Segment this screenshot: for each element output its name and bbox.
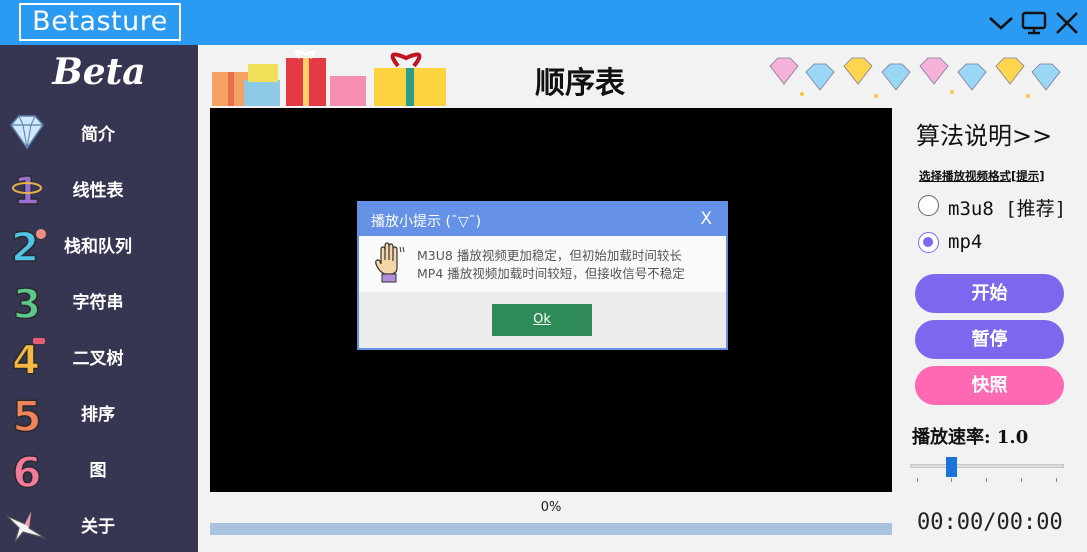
playback-tip-dialog: 播放小提示 (¯▽¯) X M3U8 播放视频更加稳定，但初始加载时间较长 MP… — [357, 201, 728, 350]
sidebar-item-label: 图 — [89, 461, 107, 481]
raised-hand-icon — [375, 242, 405, 283]
number-5-icon: 5 — [12, 391, 43, 434]
sidebar-item-label: 排序 — [81, 405, 115, 425]
number-6-icon: 6 — [12, 447, 43, 490]
algorithm-description-link[interactable]: 算法说明>> — [916, 116, 1052, 151]
radio-button[interactable] — [918, 232, 939, 253]
svg-text:2: 2 — [11, 225, 39, 266]
sidebar-item-label: 关于 — [81, 517, 115, 537]
time-display: 00:00/00:00 — [917, 510, 1063, 535]
title-bar: Betasture — [0, 0, 1087, 45]
radio-button[interactable] — [918, 195, 939, 216]
number-2-icon: 2 — [10, 224, 46, 266]
diamond-icon — [10, 115, 44, 150]
number-3-icon: 3 — [12, 281, 41, 322]
svg-text:5: 5 — [12, 392, 41, 434]
sidebar-item-stack-queue[interactable]: 2 栈和队列 — [0, 218, 198, 270]
close-icon[interactable] — [1052, 8, 1082, 38]
sidebar: Beta 简介 1 线性表 2 栈和队列 3 字符串 4 二叉树 5 排序 6 … — [0, 45, 198, 552]
sidebar-item-binary-tree[interactable]: 4 二叉树 — [0, 330, 198, 382]
format-label[interactable]: 选择播放视频格式[提示] — [919, 168, 1045, 184]
start-button[interactable]: 开始 — [915, 274, 1064, 313]
dialog-title: 播放小提示 (¯▽¯) — [371, 214, 482, 230]
ok-button[interactable]: Ok — [492, 304, 592, 336]
dialog-message-line: MP4 播放视频加载时间较短，但接收信号不稳定 — [417, 266, 685, 281]
number-4-icon: 4 — [11, 337, 45, 378]
speed-slider[interactable] — [910, 456, 1064, 486]
sidebar-item-linear-list[interactable]: 1 线性表 — [0, 162, 198, 214]
sidebar-item-about[interactable]: 关于 — [0, 498, 198, 550]
monitor-icon[interactable] — [1019, 8, 1049, 38]
sidebar-item-string[interactable]: 3 字符串 — [0, 274, 198, 326]
sidebar-item-label: 二叉树 — [72, 349, 124, 369]
dialog-header: 播放小提示 (¯▽¯) X — [359, 203, 726, 236]
svg-text:6: 6 — [12, 448, 41, 490]
sidebar-item-label: 栈和队列 — [64, 237, 132, 257]
radio-label: m3u8 [推荐] — [948, 198, 1067, 220]
sidebar-item-intro[interactable]: 简介 — [0, 106, 198, 158]
gems-decoration-icon — [769, 57, 1061, 98]
slider-tick — [986, 478, 987, 482]
slider-tick — [951, 478, 952, 482]
sidebar-item-label: 字符串 — [72, 293, 124, 313]
slider-track — [910, 464, 1064, 468]
origami-bird-icon — [6, 511, 46, 543]
progress-bar[interactable] — [210, 523, 892, 535]
pause-button[interactable]: 暂停 — [915, 320, 1064, 359]
page-title: 顺序表 — [535, 66, 625, 101]
chevron-down-icon[interactable] — [986, 8, 1016, 38]
number-1-icon: 1 — [12, 168, 42, 210]
dialog-message-line: M3U8 播放视频更加稳定，但初始加载时间较长 — [417, 248, 682, 263]
dialog-body: M3U8 播放视频更加稳定，但初始加载时间较长 MP4 播放视频加载时间较短，但… — [359, 236, 726, 292]
slider-thumb[interactable] — [946, 457, 957, 477]
sidebar-logo: Beta — [52, 51, 146, 93]
sidebar-item-graph[interactable]: 6 图 — [0, 442, 198, 494]
slider-tick — [917, 478, 918, 482]
sidebar-item-label: 线性表 — [72, 181, 124, 201]
radio-label: mp4 — [948, 231, 983, 253]
app-brand: Betasture — [19, 3, 181, 41]
gift-boxes-icon — [212, 50, 446, 106]
svg-text:3: 3 — [13, 282, 41, 322]
playback-speed-label: 播放速率: 1.0 — [912, 427, 1029, 448]
svg-text:1: 1 — [14, 169, 40, 210]
sidebar-item-label: 简介 — [81, 125, 115, 145]
progress-percent: 0% — [540, 500, 562, 515]
sidebar-item-sort[interactable]: 5 排序 — [0, 386, 198, 438]
dialog-close-button[interactable]: X — [700, 209, 712, 229]
slider-tick — [1056, 478, 1057, 482]
snapshot-button[interactable]: 快照 — [915, 366, 1064, 405]
slider-tick — [1021, 478, 1022, 482]
